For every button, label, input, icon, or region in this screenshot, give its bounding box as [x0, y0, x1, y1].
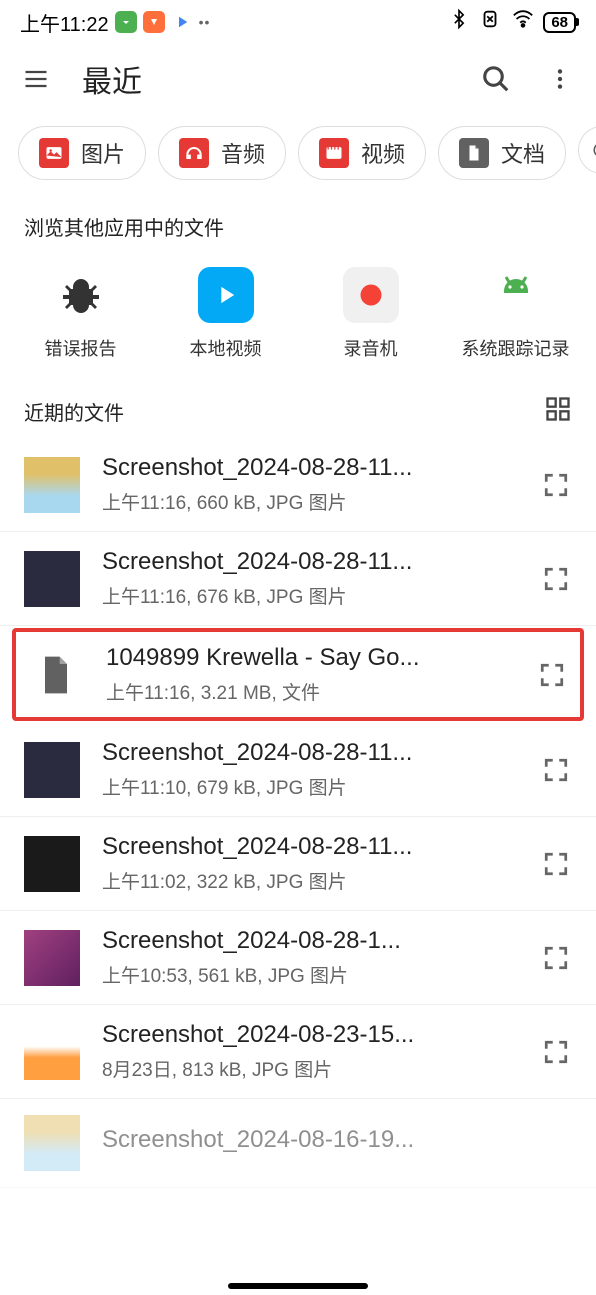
more-button[interactable]	[542, 61, 578, 97]
app-label: 本地视频	[190, 335, 262, 361]
file-meta: 上午11:16, 660 kB, JPG 图片	[102, 488, 514, 515]
file-thumbnail	[28, 647, 84, 703]
category-chips: 图片 音频 视频 文档	[0, 114, 596, 198]
file-row[interactable]: Screenshot_2024-08-28-11... 上午11:02, 322…	[0, 817, 596, 911]
app-system-trace[interactable]: 系统跟踪记录	[451, 267, 581, 361]
app-local-video[interactable]: 本地视频	[161, 267, 291, 361]
menu-button[interactable]	[18, 61, 54, 97]
status-app-icon-2	[143, 11, 165, 33]
file-name: 1049899 Krewella - Say Go...	[106, 644, 510, 672]
file-row[interactable]: Screenshot_2024-08-16-19...	[0, 1099, 596, 1188]
recent-files-label: 近期的文件	[24, 397, 124, 426]
bluetooth-icon	[449, 8, 469, 36]
file-row[interactable]: Screenshot_2024-08-23-15... 8月23日, 813 k…	[0, 1005, 596, 1099]
file-row[interactable]: Screenshot_2024-08-28-1... 上午10:53, 561 …	[0, 911, 596, 1005]
file-row[interactable]: Screenshot_2024-08-28-11... 上午11:16, 676…	[0, 532, 596, 626]
file-thumbnail	[24, 742, 80, 798]
chip-label: 文档	[501, 137, 545, 169]
chip-label: 视频	[361, 137, 405, 169]
file-thumbnail	[24, 457, 80, 513]
chip-video[interactable]: 视频	[298, 126, 426, 180]
nav-handle[interactable]	[228, 1283, 368, 1289]
app-label: 系统跟踪记录	[462, 335, 570, 361]
expand-button[interactable]	[536, 465, 576, 505]
page-title: 最近	[82, 57, 450, 101]
file-list: Screenshot_2024-08-28-11... 上午11:16, 660…	[0, 438, 596, 1188]
audio-icon	[179, 138, 209, 168]
file-row-highlighted[interactable]: 1049899 Krewella - Say Go... 上午11:16, 3.…	[12, 628, 584, 721]
status-bar: 上午11:22 •• 68	[0, 0, 596, 44]
document-icon	[459, 138, 489, 168]
video-app-icon	[198, 267, 254, 323]
view-toggle-button[interactable]	[544, 395, 572, 428]
chip-images[interactable]: 图片	[18, 126, 146, 180]
file-thumbnail	[24, 1024, 80, 1080]
wifi-icon	[511, 8, 535, 36]
file-meta: 上午11:16, 676 kB, JPG 图片	[102, 582, 514, 609]
expand-button[interactable]	[532, 655, 572, 695]
chip-more[interactable]	[578, 126, 596, 174]
file-thumbnail	[24, 930, 80, 986]
file-name: Screenshot_2024-08-28-11...	[102, 739, 514, 767]
app-recorder[interactable]: 录音机	[306, 267, 436, 361]
file-row[interactable]: Screenshot_2024-08-28-11... 上午11:10, 679…	[0, 723, 596, 817]
file-name: Screenshot_2024-08-28-11...	[102, 548, 514, 576]
file-thumbnail	[24, 836, 80, 892]
expand-button[interactable]	[536, 750, 576, 790]
file-name: Screenshot_2024-08-28-11...	[102, 454, 514, 482]
chip-docs[interactable]: 文档	[438, 126, 566, 180]
app-bar: 最近	[0, 44, 596, 114]
file-row[interactable]: Screenshot_2024-08-28-11... 上午11:16, 660…	[0, 438, 596, 532]
expand-button[interactable]	[536, 844, 576, 884]
status-app-icon-3	[171, 11, 193, 33]
video-icon	[319, 138, 349, 168]
app-label: 录音机	[344, 335, 398, 361]
image-icon	[39, 138, 69, 168]
android-icon	[488, 267, 544, 323]
file-meta: 8月23日, 813 kB, JPG 图片	[102, 1055, 514, 1082]
file-meta: 上午11:10, 679 kB, JPG 图片	[102, 773, 514, 800]
browse-apps-label: 浏览其他应用中的文件	[0, 198, 596, 255]
file-meta: 上午11:02, 322 kB, JPG 图片	[102, 867, 514, 894]
expand-button[interactable]	[536, 559, 576, 599]
search-button[interactable]	[478, 61, 514, 97]
expand-button[interactable]	[536, 1032, 576, 1072]
chip-label: 音频	[221, 137, 265, 169]
status-app-icon-1	[115, 11, 137, 33]
chip-audio[interactable]: 音频	[158, 126, 286, 180]
file-name: Screenshot_2024-08-23-15...	[102, 1021, 514, 1049]
recorder-icon	[343, 267, 399, 323]
file-name: Screenshot_2024-08-28-1...	[102, 927, 514, 955]
bug-icon	[53, 267, 109, 323]
expand-button[interactable]	[536, 938, 576, 978]
app-label: 错误报告	[45, 335, 117, 361]
vibrate-icon	[477, 8, 503, 36]
file-name: Screenshot_2024-08-28-11...	[102, 833, 514, 861]
file-meta: 上午10:53, 561 kB, JPG 图片	[102, 961, 514, 988]
file-thumbnail	[24, 1115, 80, 1171]
file-meta: 上午11:16, 3.21 MB, 文件	[106, 678, 510, 705]
file-name: Screenshot_2024-08-16-19...	[102, 1126, 576, 1154]
status-time: 上午11:22	[20, 8, 109, 37]
battery-indicator: 68	[543, 12, 576, 33]
status-more-icon: ••	[199, 14, 211, 30]
file-thumbnail	[24, 551, 80, 607]
app-bug-report[interactable]: 错误报告	[16, 267, 146, 361]
chip-label: 图片	[81, 137, 125, 169]
apps-row: 错误报告 本地视频 录音机 系统跟踪记录	[0, 255, 596, 381]
